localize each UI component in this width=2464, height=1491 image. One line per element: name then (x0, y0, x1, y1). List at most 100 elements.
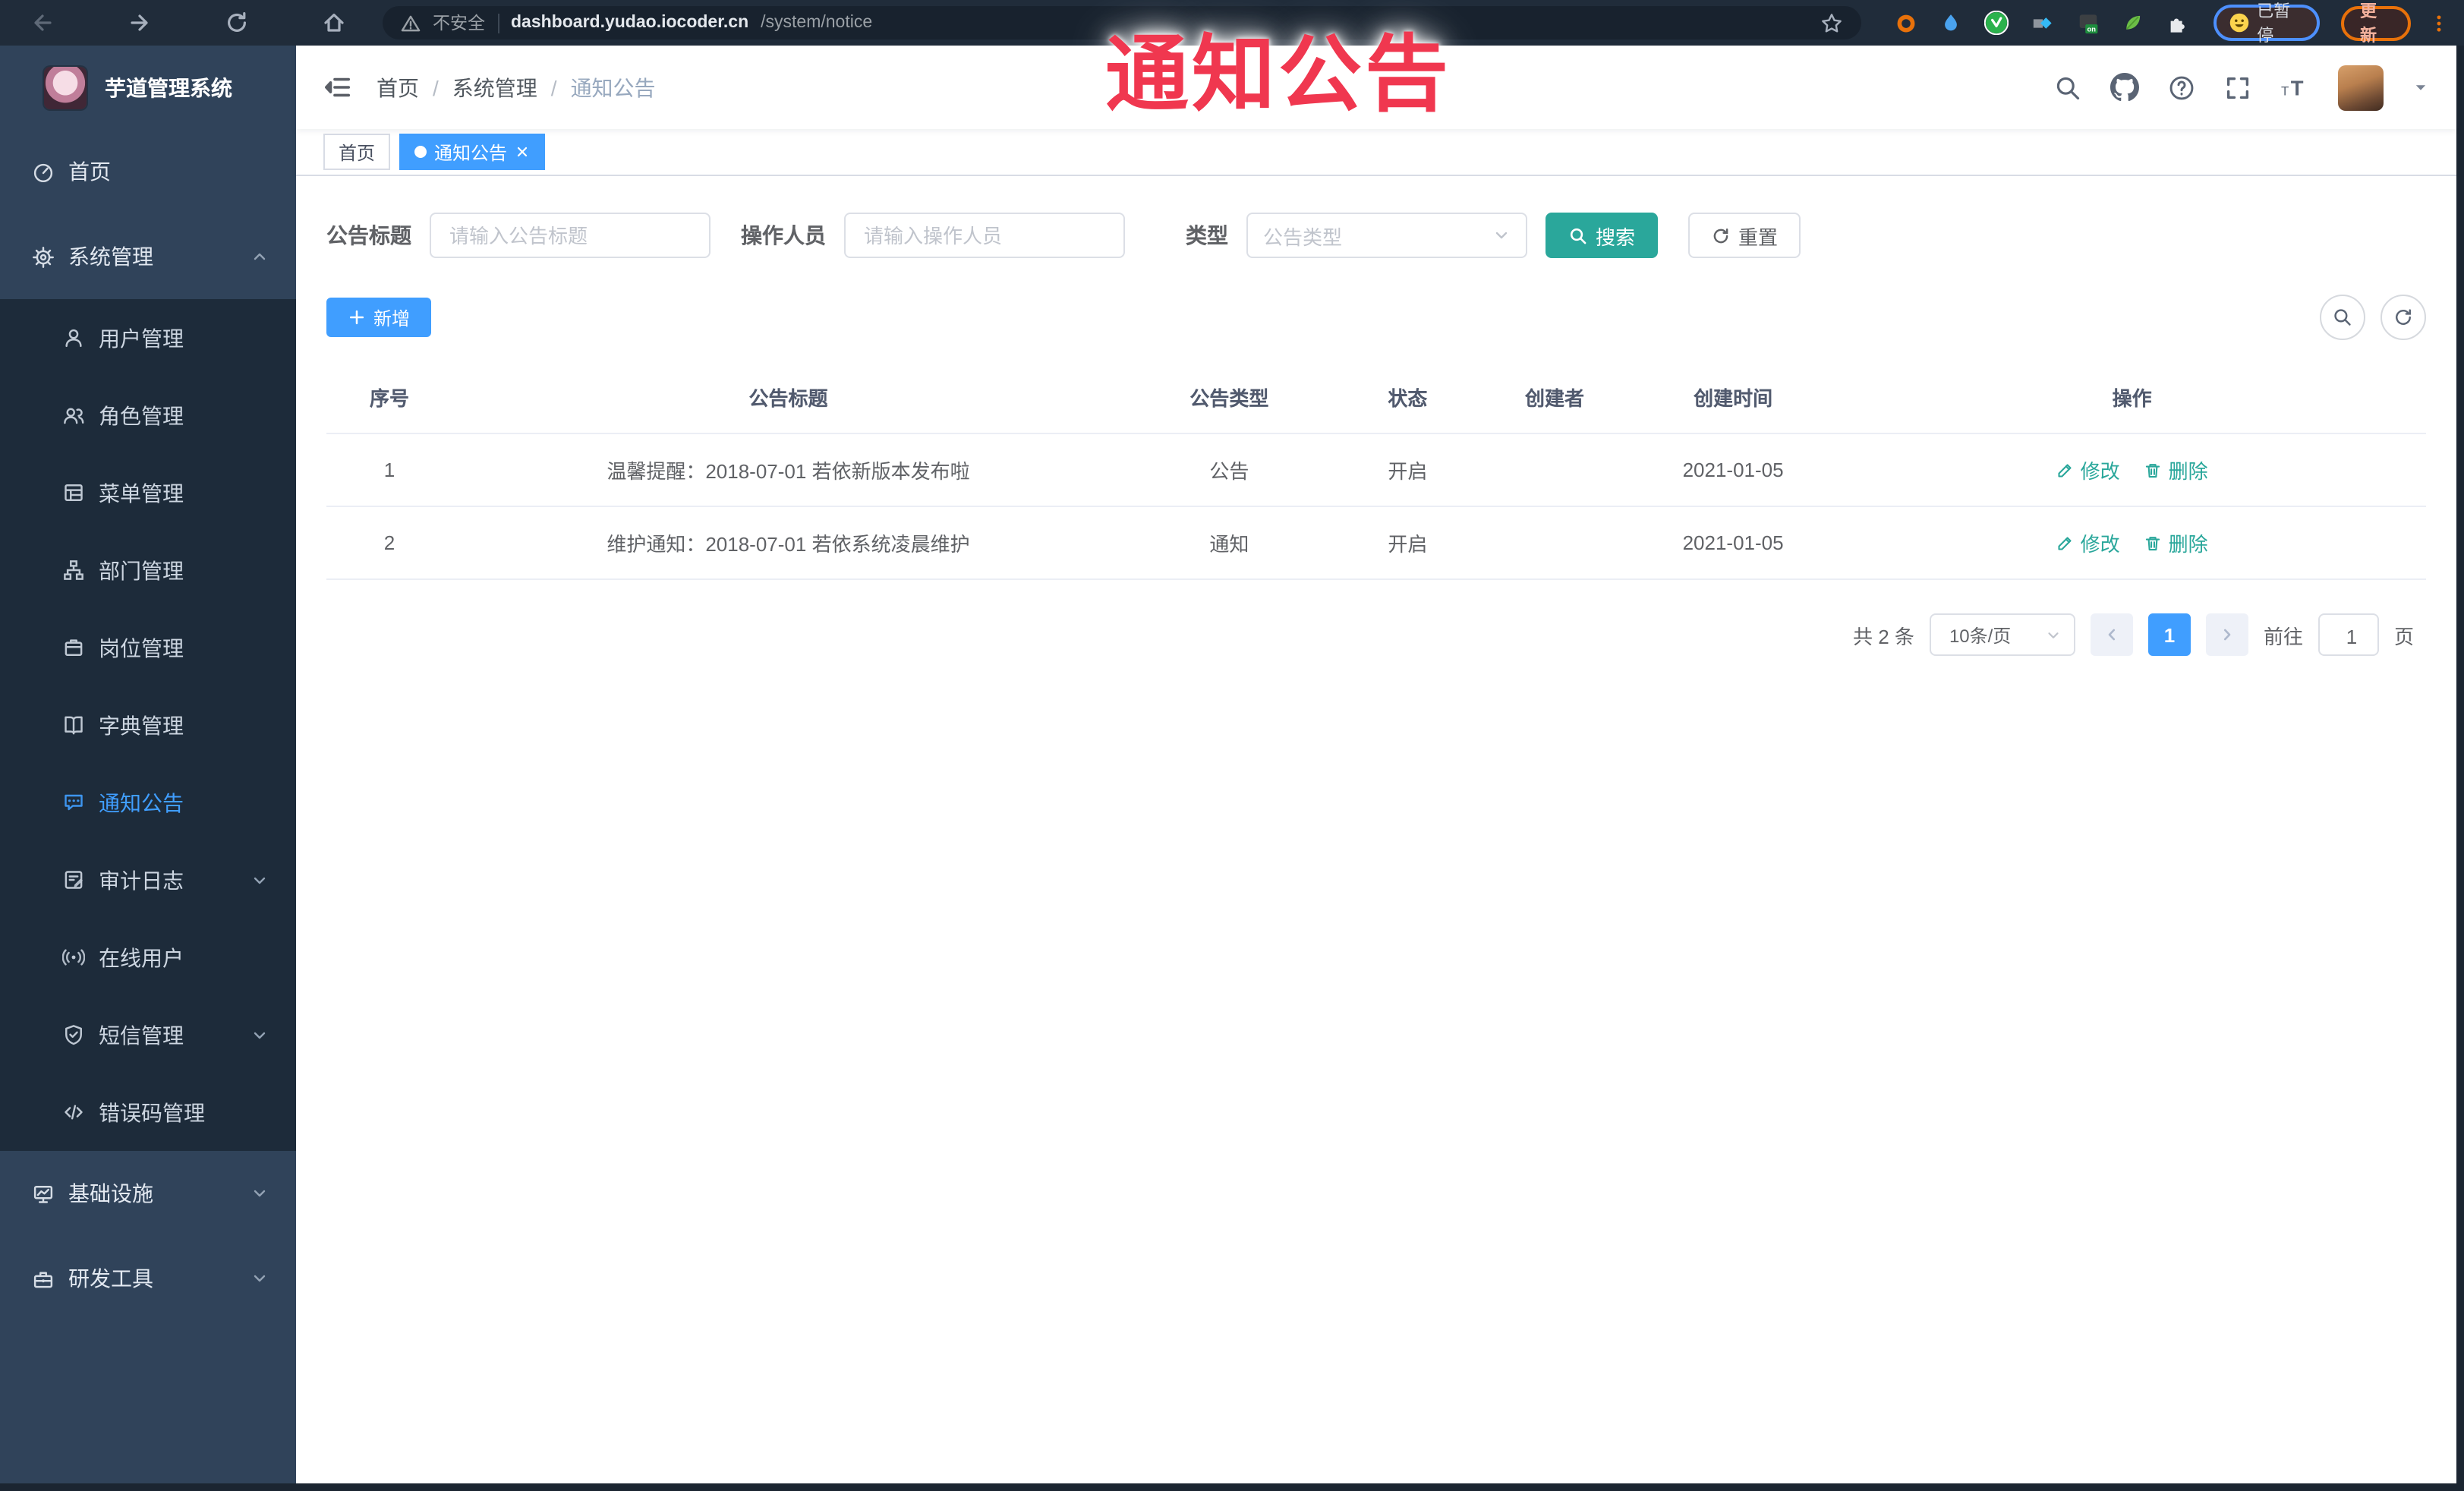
sidebar-item-label: 菜单管理 (99, 481, 184, 505)
prev-page-button[interactable] (2090, 613, 2133, 656)
log-icon (62, 868, 85, 891)
sidebar-item-label: 岗位管理 (99, 635, 184, 660)
dark-on-extension-icon[interactable]: on (2076, 11, 2099, 34)
sidebar-item-label: 在线用户 (99, 945, 184, 969)
green-check-extension-icon[interactable] (1983, 11, 2009, 35)
sidebar-item-notice[interactable]: 通知公告 (0, 764, 296, 841)
diamond-extension-icon[interactable] (2031, 11, 2053, 34)
fullscreen-icon[interactable] (2224, 74, 2251, 101)
table-toolbar: 新增 (326, 295, 2426, 340)
sidebar: 芋道管理系统 首页 系统管理 用户管理 角色管理 菜单管理 部门管理 岗位管理 … (0, 46, 296, 1483)
cell-status: 开启 (1388, 533, 1428, 556)
chevron-up-icon (250, 247, 269, 266)
leaf-extension-icon[interactable] (2122, 12, 2143, 33)
edit-link[interactable]: 修改 (2056, 528, 2120, 557)
forward-icon[interactable] (128, 11, 152, 35)
title-input[interactable] (446, 222, 694, 248)
sidebar-item-departments[interactable]: 部门管理 (0, 531, 296, 609)
toggle-search-button[interactable] (2320, 295, 2365, 340)
sidebar-item-sms[interactable]: 短信管理 (0, 996, 296, 1073)
github-icon[interactable] (2110, 73, 2139, 102)
breadcrumb-system: 系统管理 (452, 75, 537, 99)
tab-home[interactable]: 首页 (323, 134, 391, 170)
sidebar-item-roles[interactable]: 角色管理 (0, 377, 296, 454)
breadcrumb: 首页 / 系统管理 / 通知公告 (377, 72, 656, 102)
table-row: 2 维护通知：2018-07-01 若依系统凌晨维护 通知 开启 2021-01… (326, 507, 2426, 580)
sidebar-item-label: 首页 (68, 159, 111, 184)
hamburger-fold-icon[interactable] (323, 73, 352, 102)
water-drop-extension-icon[interactable] (1939, 12, 1961, 33)
online-icon (62, 946, 85, 969)
reset-button[interactable]: 重置 (1688, 213, 1801, 258)
type-select[interactable]: 公告类型 (1246, 213, 1527, 258)
navbar-actions: TT (2054, 65, 2429, 110)
star-icon[interactable] (1820, 11, 1842, 34)
current-page-button[interactable]: 1 (2147, 613, 2191, 656)
edit-link[interactable]: 修改 (2056, 455, 2120, 484)
sidebar-item-label: 错误码管理 (99, 1100, 205, 1124)
delete-link[interactable]: 删除 (2144, 528, 2208, 557)
edit-icon (2056, 534, 2075, 552)
col-header-created: 创建时间 (1694, 387, 1773, 410)
reload-icon[interactable] (225, 11, 249, 35)
shield-icon (62, 1023, 85, 1046)
sidebar-item-label: 审计日志 (99, 868, 184, 892)
sidebar-item-infrastructure[interactable]: 基础设施 (0, 1151, 296, 1236)
close-icon[interactable] (515, 144, 530, 159)
sidebar-item-audit-log[interactable]: 审计日志 (0, 841, 296, 919)
type-select-placeholder: 公告类型 (1263, 225, 1343, 248)
refresh-table-button[interactable] (2381, 295, 2426, 340)
font-size-icon[interactable]: TT (2280, 74, 2309, 101)
page-size-value: 10条/页 (1949, 625, 2012, 646)
operator-input[interactable] (861, 222, 1108, 248)
plus-icon (348, 308, 366, 326)
home-icon[interactable] (322, 11, 346, 35)
sidebar-item-home[interactable]: 首页 (0, 129, 296, 214)
kebab-menu-icon[interactable] (2429, 11, 2449, 34)
back-icon[interactable] (30, 11, 55, 35)
title-filter-label: 公告标题 (326, 223, 411, 247)
help-icon[interactable] (2168, 74, 2195, 101)
profile-paused-chip[interactable]: 已暂停 (2213, 3, 2321, 46)
caret-down-icon[interactable] (2412, 79, 2429, 96)
col-header-status: 状态 (1388, 387, 1428, 410)
dict-icon (62, 714, 85, 736)
sidebar-item-posts[interactable]: 岗位管理 (0, 609, 296, 686)
edit-icon (2056, 461, 2075, 479)
url-path: /system/notice (761, 14, 873, 32)
col-header-no: 序号 (369, 387, 409, 410)
next-page-button[interactable] (2205, 613, 2248, 656)
sidebar-item-online-users[interactable]: 在线用户 (0, 919, 296, 996)
avatar[interactable] (2338, 65, 2384, 110)
orange-ring-extension-icon[interactable] (1894, 11, 1917, 34)
sidebar-item-error-codes[interactable]: 错误码管理 (0, 1073, 296, 1151)
search-button[interactable]: 搜索 (1546, 213, 1659, 258)
breadcrumb-separator: / (550, 75, 557, 99)
tab-notice[interactable]: 通知公告 (399, 134, 546, 170)
breadcrumb-home[interactable]: 首页 (377, 72, 419, 102)
sidebar-item-label: 基础设施 (68, 1181, 153, 1206)
page-size-select[interactable]: 10条/页 (1929, 613, 2075, 656)
add-button[interactable]: 新增 (326, 298, 432, 337)
puzzle-extension-icon[interactable] (2166, 11, 2188, 34)
sidebar-item-label: 字典管理 (99, 713, 184, 737)
search-icon[interactable] (2054, 74, 2081, 101)
update-button[interactable]: 更新 (2341, 3, 2411, 46)
sidebar-logo[interactable]: 芋道管理系统 (0, 46, 296, 129)
goto-page-input[interactable] (2319, 615, 2384, 657)
edit-link-label: 修改 (2080, 533, 2120, 556)
address-bar[interactable]: 不安全 dashboard.yudao.iocoder.cn/system/no… (383, 6, 1861, 39)
sidebar-item-users[interactable]: 用户管理 (0, 299, 296, 377)
goto-unit-label: 页 (2393, 625, 2414, 648)
sidebar-item-label: 研发工具 (68, 1266, 153, 1291)
sidebar-item-system[interactable]: 系统管理 (0, 214, 296, 299)
breadcrumb-separator: / (433, 75, 439, 99)
sidebar-item-dict[interactable]: 字典管理 (0, 686, 296, 764)
delete-link-label: 删除 (2168, 460, 2208, 483)
goto-page-field (2317, 613, 2384, 657)
delete-link-label: 删除 (2168, 533, 2208, 556)
sidebar-item-menus[interactable]: 菜单管理 (0, 454, 296, 531)
delete-link[interactable]: 删除 (2144, 455, 2208, 484)
sidebar-item-dev-tools[interactable]: 研发工具 (0, 1236, 296, 1321)
delete-icon (2144, 461, 2163, 479)
